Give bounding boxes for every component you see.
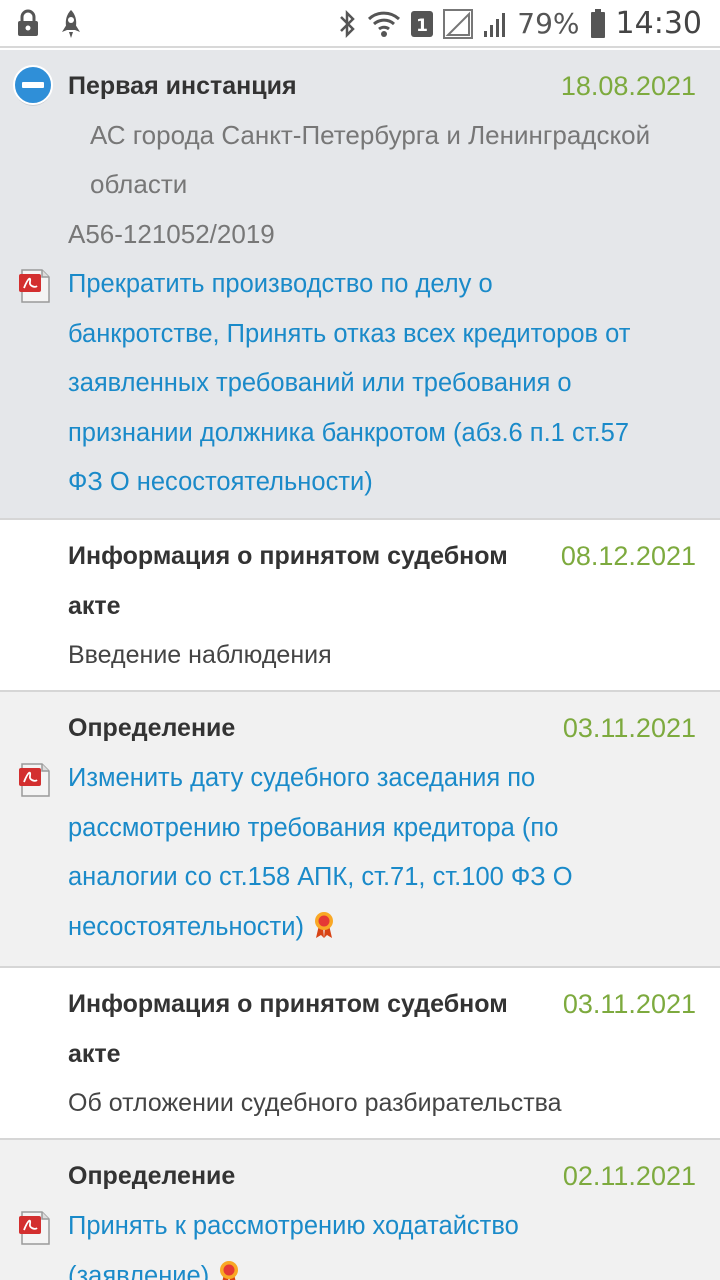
list-item[interactable]: Информация о принятом судебном акте 03.1… [0, 968, 720, 1140]
clock: 14:30 [615, 6, 702, 41]
item-text: Введение наблюдения [68, 641, 332, 669]
sim-badge: 1 [411, 11, 434, 37]
wifi-icon [367, 9, 401, 39]
pdf-icon[interactable] [18, 762, 52, 803]
battery-percent: 79% [517, 7, 580, 40]
item-date: 03.11.2021 [562, 713, 696, 743]
list-item[interactable]: Определение 03.11.2021 Изменить дату суд… [0, 692, 720, 968]
instance-title: Первая инстанция [68, 72, 297, 100]
item-text: Об отложении судебного разбирательства [68, 1089, 562, 1117]
item-date: 02.11.2021 [562, 1161, 696, 1191]
court-name: АС города Санкт-Петербурга и Ленинградск… [90, 120, 651, 199]
bluetooth-icon [337, 8, 357, 40]
battery-icon [590, 9, 606, 39]
signal-empty-icon [443, 9, 474, 39]
signal-icon [483, 9, 507, 39]
medal-icon [312, 907, 336, 957]
medal-icon [217, 1256, 241, 1280]
collapse-icon[interactable] [12, 64, 54, 111]
document-link[interactable]: Изменить дату судебного заседания по рас… [68, 754, 698, 956]
item-title: Информация о принятом судебном акте [68, 990, 508, 1068]
list-item[interactable]: Первая инстанция 18.08.2021 АС города Са… [0, 50, 720, 520]
item-date: 03.11.2021 [562, 989, 696, 1019]
pdf-icon[interactable] [18, 1210, 52, 1251]
item-title: Определение [68, 714, 236, 742]
svg-text:1: 1 [416, 16, 428, 36]
document-link[interactable]: Принять к рассмотрению ходатайство (заяв… [68, 1202, 698, 1280]
list-item[interactable]: Информация о принятом судебном акте 08.1… [0, 520, 720, 692]
case-number: А56-121052/2019 [68, 219, 275, 249]
document-link[interactable]: Прекратить производство по делу о банкро… [68, 260, 698, 508]
rocket-icon [58, 8, 84, 40]
pdf-icon[interactable] [18, 268, 52, 309]
list-item[interactable]: Определение 02.11.2021 Принять к рассмот… [0, 1140, 720, 1280]
status-bar: 1 79% 14:30 [0, 0, 720, 48]
lock-icon [16, 8, 40, 40]
item-date: 08.12.2021 [560, 541, 696, 571]
item-title: Определение [68, 1162, 236, 1190]
item-date: 18.08.2021 [560, 71, 696, 101]
item-title: Информация о принятом судебном акте [68, 542, 508, 620]
